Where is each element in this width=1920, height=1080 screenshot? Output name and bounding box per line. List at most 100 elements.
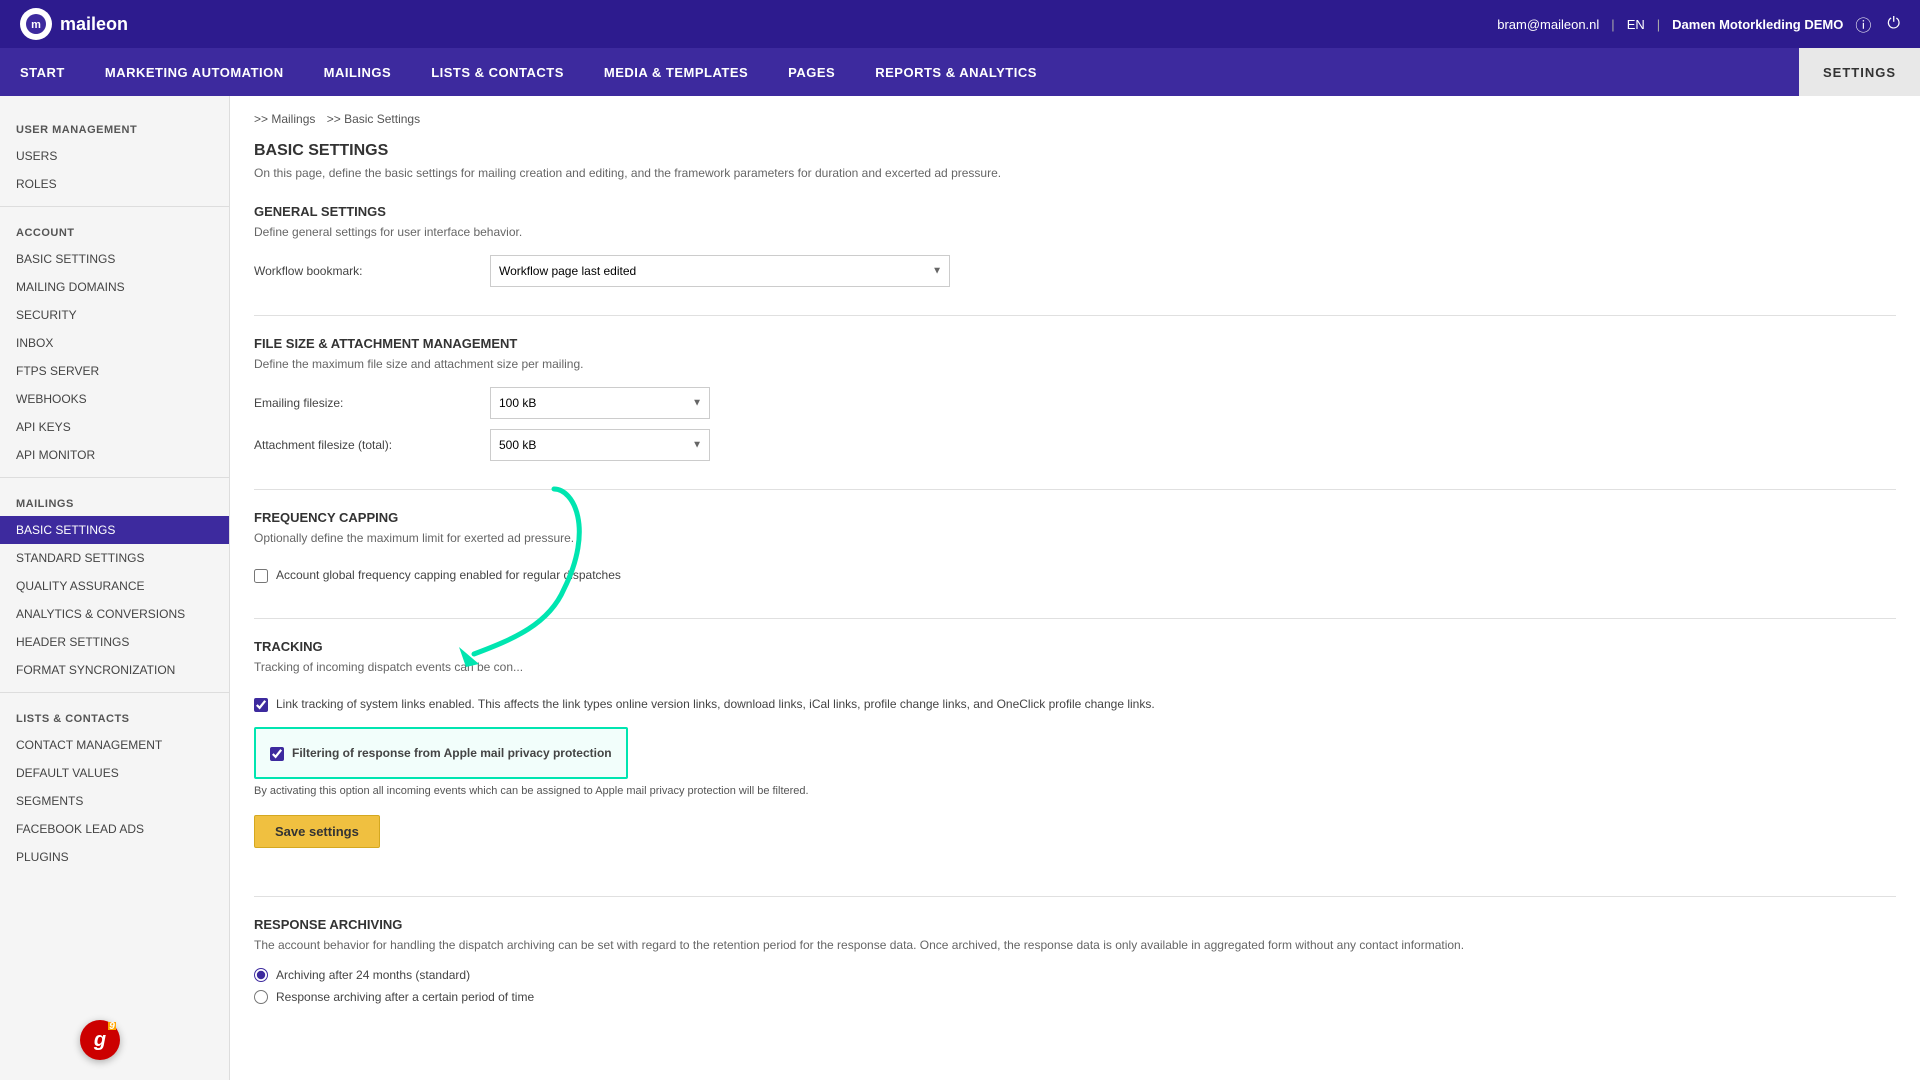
demo-account-link[interactable]: Damen Motorkleding DEMO [1672,17,1843,32]
emailing-filesize-select[interactable]: 100 kB 200 kB 500 kB 1 MB [490,387,710,419]
info-icon[interactable]: ⓘ [1855,12,1871,36]
breadcrumb-basic-settings[interactable]: >> Basic Settings [327,112,420,126]
power-icon[interactable]: ⏻ [1887,15,1900,33]
archiving-custom-radio[interactable] [254,990,268,1004]
nav-media-templates[interactable]: MEDIA & TEMPLATES [584,48,768,96]
general-settings-section: GENERAL SETTINGS Define general settings… [254,204,1896,287]
divider-3 [254,618,1896,619]
sidebar-item-quality-assurance[interactable]: QUALITY ASSURANCE [0,572,229,600]
sidebar-item-segments[interactable]: SEGMENTS [0,787,229,815]
attachment-filesize-select[interactable]: 500 kB 1 MB 2 MB [490,429,710,461]
general-settings-desc: Define general settings for user interfa… [254,225,1896,239]
frequency-capping-section: FREQUENCY CAPPING Optionally define the … [254,510,1896,590]
emailing-filesize-row: Emailing filesize: 100 kB 200 kB 500 kB … [254,387,1896,419]
nav-marketing-automation[interactable]: MARKETING AUTOMATION [85,48,304,96]
sidebar-item-analytics-conversions[interactable]: ANALYTICS & CONVERSIONS [0,600,229,628]
main-layout: USER MANAGEMENT USERS ROLES ACCOUNT BASI… [0,96,1920,1080]
frequency-capping-label: Account global frequency capping enabled… [276,567,621,584]
breadcrumb-mailings[interactable]: >> Mailings [254,112,315,126]
nav-reports-analytics[interactable]: REPORTS & ANALYTICS [855,48,1057,96]
breadcrumb: >> Mailings >> Basic Settings [254,112,1896,126]
response-archiving-section: RESPONSE ARCHIVING The account behavior … [254,917,1896,1004]
g-badge[interactable]: g 9 [80,1020,120,1060]
sidebar-item-security[interactable]: SECURITY [0,301,229,329]
sidebar-item-header-settings[interactable]: HEADER SETTINGS [0,628,229,656]
sidebar-section-account: ACCOUNT [0,215,229,245]
sidebar-item-basic-settings-mailings[interactable]: BASIC SETTINGS [0,516,229,544]
file-size-desc: Define the maximum file size and attachm… [254,357,1896,371]
workflow-bookmark-label: Workflow bookmark: [254,264,474,278]
maileon-logo-svg: m [25,13,47,35]
svg-text:m: m [31,19,41,31]
sidebar-divider-3 [0,692,229,693]
apple-filtering-desc: By activating this option all incoming e… [254,785,1896,797]
emailing-filesize-label: Emailing filesize: [254,396,474,410]
sidebar-item-ftps-server[interactable]: FTPS SERVER [0,357,229,385]
emailing-filesize-wrapper: 100 kB 200 kB 500 kB 1 MB ▼ [490,387,710,419]
top-bar: m maileon bram@maileon.nl | EN | Damen M… [0,0,1920,48]
content-area: >> Mailings >> Basic Settings BASIC SETT… [230,96,1920,1080]
archiving-custom-row: Response archiving after a certain perio… [254,990,1896,1004]
nav-pages[interactable]: PAGES [768,48,855,96]
apple-filtering-label: Filtering of response from Apple mail pr… [292,745,612,762]
sidebar-item-default-values[interactable]: DEFAULT VALUES [0,759,229,787]
apple-filtering-highlight-box: Filtering of response from Apple mail pr… [254,727,628,780]
tracking-desc: Tracking of incoming dispatch events can… [254,660,1896,674]
response-archiving-title: RESPONSE ARCHIVING [254,917,1896,932]
nav-mailings[interactable]: MAILINGS [304,48,412,96]
nav-settings[interactable]: SETTINGS [1799,48,1920,96]
sidebar-item-contact-management[interactable]: CONTACT MANAGEMENT [0,731,229,759]
save-settings-button[interactable]: Save settings [254,815,380,848]
nav-bar: START MARKETING AUTOMATION MAILINGS LIST… [0,48,1920,96]
link-tracking-checkbox[interactable] [254,698,268,712]
separator2: | [1657,17,1660,32]
divider-1 [254,315,1896,316]
sidebar-item-basic-settings-account[interactable]: BASIC SETTINGS [0,245,229,273]
attachment-filesize-row: Attachment filesize (total): 500 kB 1 MB… [254,429,1896,461]
frequency-capping-title: FREQUENCY CAPPING [254,510,1896,525]
apple-filtering-checkbox[interactable] [270,747,284,761]
tracking-section: TRACKING Tracking of incoming dispatch e… [254,639,1896,869]
frequency-capping-checkbox[interactable] [254,569,268,583]
attachment-filesize-wrapper: 500 kB 1 MB 2 MB ▼ [490,429,710,461]
sidebar-item-facebook-lead-ads[interactable]: FACEBOOK LEAD ADS [0,815,229,843]
sidebar-item-webhooks[interactable]: WEBHOOKS [0,385,229,413]
sidebar-divider-2 [0,477,229,478]
user-email: bram@maileon.nl [1497,17,1599,32]
lang-selector[interactable]: EN [1627,17,1645,32]
page-title: BASIC SETTINGS [254,142,1896,160]
sidebar-item-inbox[interactable]: INBOX [0,329,229,357]
logo[interactable]: m maileon [20,8,128,40]
sidebar-section-mailings: MAILINGS [0,486,229,516]
frequency-capping-desc: Optionally define the maximum limit for … [254,531,1896,545]
sidebar-item-plugins[interactable]: PLUGINS [0,843,229,871]
sidebar-item-mailing-domains[interactable]: MAILING DOMAINS [0,273,229,301]
attachment-filesize-label: Attachment filesize (total): [254,438,474,452]
logo-text: maileon [60,14,128,35]
archiving-24-months-radio[interactable] [254,968,268,982]
g-badge-dot: 9 [108,1022,116,1030]
sidebar-item-format-syncronization[interactable]: FORMAT SYNCRONIZATION [0,656,229,684]
sidebar-item-api-monitor[interactable]: API MONITOR [0,441,229,469]
archiving-24-months-row: Archiving after 24 months (standard) [254,968,1896,982]
divider-2 [254,489,1896,490]
nav-lists-contacts[interactable]: LISTS & CONTACTS [411,48,584,96]
sidebar-item-roles[interactable]: ROLES [0,170,229,198]
workflow-bookmark-row: Workflow bookmark: Workflow page last ed… [254,255,1896,287]
file-size-title: FILE SIZE & ATTACHMENT MANAGEMENT [254,336,1896,351]
sidebar-item-users[interactable]: USERS [0,142,229,170]
g-badge-text: g [94,1029,106,1052]
page-desc: On this page, define the basic settings … [254,166,1896,180]
file-size-section: FILE SIZE & ATTACHMENT MANAGEMENT Define… [254,336,1896,461]
logo-icon: m [20,8,52,40]
nav-start[interactable]: START [0,48,85,96]
link-tracking-row: Link tracking of system links enabled. T… [254,690,1896,719]
top-right: bram@maileon.nl | EN | Damen Motorkledin… [1497,12,1900,36]
divider-4 [254,896,1896,897]
workflow-bookmark-select[interactable]: Workflow page last edited Mailing list L… [490,255,950,287]
sidebar-item-standard-settings[interactable]: STANDARD SETTINGS [0,544,229,572]
sidebar-item-api-keys[interactable]: API KEYS [0,413,229,441]
top-icons: ⓘ ⏻ [1855,12,1900,36]
workflow-bookmark-select-wrapper: Workflow page last edited Mailing list L… [490,255,950,287]
frequency-capping-row: Account global frequency capping enabled… [254,561,1896,590]
